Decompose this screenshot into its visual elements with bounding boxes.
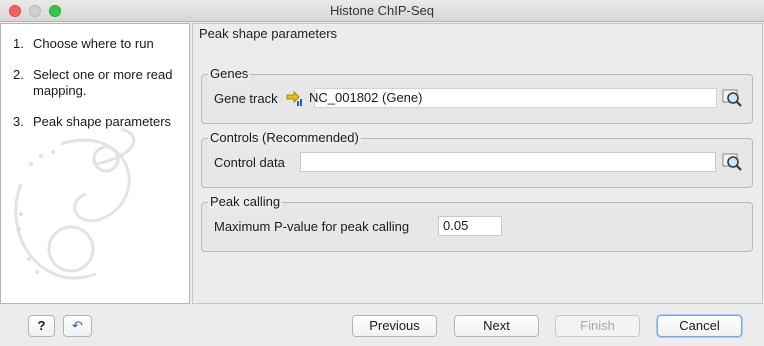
group-title: Genes [208, 66, 251, 81]
help-button[interactable]: ? [28, 315, 55, 337]
next-button[interactable]: Next [454, 315, 539, 337]
reset-icon: ↶ [72, 318, 83, 333]
step-number: 1. [13, 36, 24, 51]
step-number: 2. [13, 67, 24, 82]
track-icon [286, 91, 302, 106]
group-title: Peak calling [208, 194, 283, 209]
step-label: Select one or more read mapping. [33, 67, 173, 98]
max-pvalue-label: Maximum P-value for peak calling [214, 219, 410, 234]
step-label: Choose where to run [33, 36, 154, 51]
browse-control-data-button[interactable] [722, 151, 742, 171]
control-data-field[interactable] [300, 152, 716, 172]
finish-button[interactable]: Finish [555, 315, 640, 337]
cancel-button[interactable]: Cancel [657, 315, 742, 337]
peak-calling-group: Peak calling Maximum P-value for peak ca… [201, 194, 753, 252]
wizard-steps-panel: 1. Choose where to run 2. Select one or … [0, 23, 190, 304]
reset-button[interactable]: ↶ [63, 315, 92, 337]
max-pvalue-input[interactable]: 0.05 [438, 216, 502, 236]
gene-track-label: Gene track [214, 91, 278, 106]
panel-title: Peak shape parameters [199, 26, 338, 41]
control-data-label: Control data [214, 155, 285, 170]
controls-group: Controls (Recommended) Control data [201, 130, 753, 188]
group-title: Controls (Recommended) [208, 130, 361, 145]
previous-button[interactable]: Previous [352, 315, 437, 337]
window-title: Histone ChIP-Seq [329, 3, 435, 18]
browse-gene-track-button[interactable] [722, 87, 742, 107]
title-bar: Histone ChIP-Seq [0, 0, 764, 22]
genes-group: Genes Gene track NC_001802 (Gene) [201, 66, 753, 124]
dna-watermark-icon [14, 127, 136, 280]
gene-track-value: NC_001802 (Gene) [309, 90, 423, 105]
parameters-panel: Peak shape parameters Genes Gene track N… [192, 23, 763, 304]
